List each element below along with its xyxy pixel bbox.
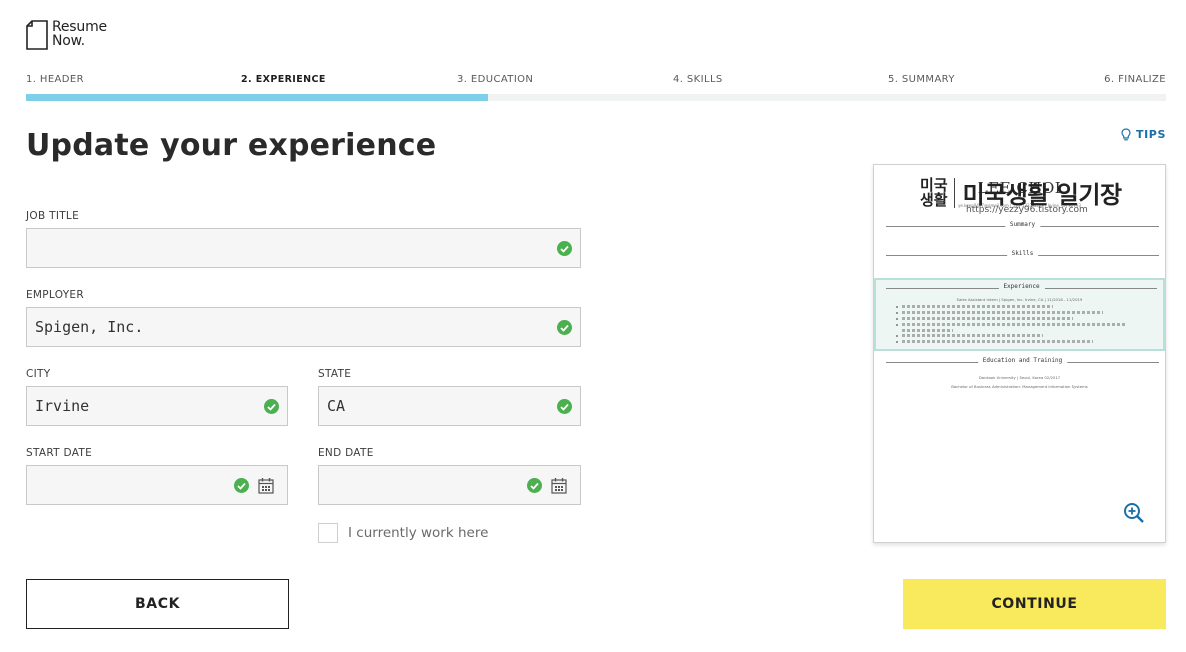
start-date-label: START DATE: [26, 447, 93, 459]
page-title: Update your experience: [26, 128, 437, 163]
city-field: [26, 386, 288, 426]
check-icon: [557, 241, 572, 256]
employer-label: EMPLOYER: [26, 289, 84, 301]
check-icon: [527, 478, 542, 493]
tips-link[interactable]: TIPS: [1121, 128, 1166, 141]
preview-skills-label: Skills: [1006, 250, 1039, 257]
preview-skills-heading: Skills: [886, 250, 1159, 260]
city-input[interactable]: [27, 387, 287, 425]
progress-fill: [26, 94, 488, 101]
end-date-field: [318, 465, 581, 505]
lightbulb-icon: [1121, 128, 1131, 141]
progress-track: [26, 94, 1166, 101]
logo-line-1: Resume: [52, 19, 107, 35]
tips-label: TIPS: [1136, 128, 1166, 141]
preview-bullet: [902, 317, 1073, 320]
step-navigation: 1. HEADER 2. EXPERIENCE 3. EDUCATION 4. …: [26, 74, 1166, 86]
back-button[interactable]: BACK: [26, 579, 289, 629]
preview-bullet: [902, 323, 1127, 326]
city-label: CITY: [26, 368, 51, 380]
preview-summary-heading: Summary: [886, 221, 1159, 231]
preview-experience-highlight: Experience Sales Assistant Intern | Spig…: [874, 278, 1165, 351]
start-date-field: [26, 465, 288, 505]
step-experience[interactable]: 2. EXPERIENCE: [241, 74, 326, 85]
calendar-icon[interactable]: [551, 477, 567, 494]
watermark-url: https://yezzy96.tistory.com: [966, 205, 1088, 215]
job-title-label: JOB TITLE: [26, 210, 80, 222]
document-icon: [26, 20, 48, 50]
state-label: STATE: [318, 368, 352, 380]
employer-input[interactable]: [27, 308, 580, 346]
zoom-in-icon[interactable]: [1123, 502, 1145, 524]
continue-button[interactable]: CONTINUE: [903, 579, 1166, 629]
currently-work-here-checkbox[interactable]: [318, 523, 338, 543]
step-education[interactable]: 3. EDUCATION: [457, 74, 533, 85]
calendar-icon[interactable]: [258, 477, 274, 494]
preview-job-line: Sales Assistant Intern | Spigen, Inc. Ir…: [956, 297, 1083, 302]
check-icon: [557, 399, 572, 414]
check-icon: [264, 399, 279, 414]
preview-education-line-2: Bachelor of Business Administration: Man…: [951, 384, 1088, 389]
state-field: [318, 386, 581, 426]
logo-text: Resume Now.: [52, 20, 107, 48]
watermark-box-text: 미국 생활: [920, 177, 955, 209]
preview-experience-label: Experience: [998, 283, 1045, 290]
step-finalize[interactable]: 6. FINALIZE: [1104, 74, 1166, 85]
preview-education-label: Education and Training: [977, 357, 1068, 364]
check-icon: [234, 478, 249, 493]
preview-experience-heading: Experience: [886, 283, 1157, 293]
preview-education-heading: Education and Training: [886, 357, 1159, 367]
employer-field: [26, 307, 581, 347]
preview-bullet: [902, 340, 1093, 343]
preview-bullet: [902, 334, 1043, 337]
preview-bullet: [902, 305, 1053, 308]
preview-bullet: [902, 329, 953, 332]
preview-education-line-1: Dankook University | Seoul, Korea 02/201…: [978, 375, 1061, 380]
preview-summary-label: Summary: [1004, 221, 1041, 228]
logo-line-2: Now.: [52, 33, 85, 49]
resume-now-logo[interactable]: Resume Now.: [26, 20, 107, 52]
end-date-label: END DATE: [318, 447, 374, 459]
currently-work-here-option[interactable]: I currently work here: [318, 523, 488, 543]
state-input[interactable]: [319, 387, 580, 425]
watermark-box-line: 생활: [920, 190, 948, 209]
step-skills[interactable]: 4. SKILLS: [673, 74, 723, 85]
preview-bullet: [902, 311, 1103, 314]
step-summary[interactable]: 5. SUMMARY: [888, 74, 955, 85]
currently-work-here-label: I currently work here: [348, 525, 489, 541]
resume-preview[interactable]: LEE CHOI ye.keep0407@gmail.com | 123-123…: [873, 164, 1166, 543]
check-icon: [557, 320, 572, 335]
job-title-input[interactable]: [27, 229, 580, 267]
job-title-field: [26, 228, 581, 268]
step-header[interactable]: 1. HEADER: [26, 74, 84, 85]
